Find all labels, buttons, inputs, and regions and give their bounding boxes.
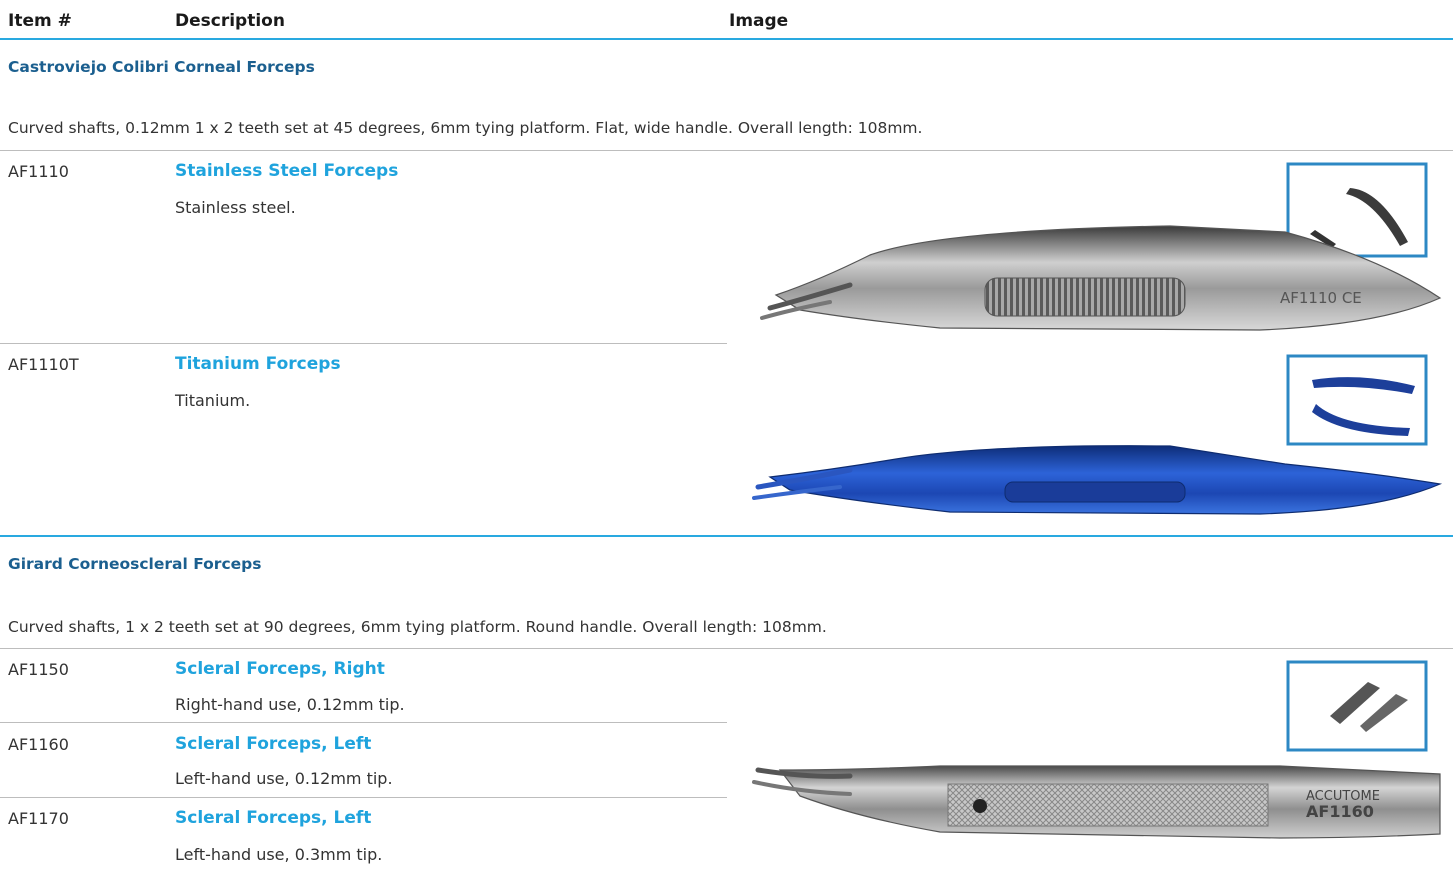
- section-divider: [0, 535, 1453, 537]
- item-number: AF1110T: [8, 355, 79, 374]
- section-description: Curved shafts, 0.12mm 1 x 2 teeth set at…: [8, 119, 923, 137]
- item-number: AF1150: [8, 660, 69, 679]
- item-name-link[interactable]: Scleral Forceps, Right: [175, 659, 385, 679]
- row-divider: [0, 797, 727, 798]
- item-detail: Left-hand use, 0.12mm tip.: [175, 769, 393, 788]
- scleral-forceps-image: ACCUTOME AF1160: [752, 660, 1441, 839]
- item-number: AF1170: [8, 809, 69, 828]
- stainless-steel-forceps-image: AF1110 CE: [760, 162, 1442, 331]
- engraving-code: AF1160: [1306, 802, 1374, 821]
- header-divider: [0, 38, 1453, 40]
- item-number: AF1110: [8, 162, 69, 181]
- row-divider: [0, 150, 1453, 151]
- section-title: Girard Corneoscleral Forceps: [8, 555, 262, 573]
- row-divider: [0, 343, 727, 344]
- item-name-link[interactable]: Stainless Steel Forceps: [175, 161, 398, 181]
- item-detail: Left-hand use, 0.3mm tip.: [175, 845, 383, 864]
- section-title: Castroviejo Colibri Corneal Forceps: [8, 58, 315, 76]
- titanium-forceps-image: [752, 354, 1443, 515]
- item-number: AF1160: [8, 735, 69, 754]
- item-name-link[interactable]: Scleral Forceps, Left: [175, 808, 371, 828]
- column-header-item: Item #: [8, 11, 72, 31]
- engraving-text: AF1110 CE: [1280, 289, 1362, 307]
- section-description: Curved shafts, 1 x 2 teeth set at 90 deg…: [8, 618, 827, 636]
- row-divider: [0, 648, 1453, 649]
- item-detail: Right-hand use, 0.12mm tip.: [175, 695, 405, 714]
- column-header-image: Image: [729, 11, 789, 31]
- row-divider: [0, 722, 727, 723]
- column-header-description: Description: [175, 11, 285, 31]
- item-detail: Titanium.: [175, 391, 251, 410]
- item-name-link[interactable]: Titanium Forceps: [175, 354, 341, 374]
- item-name-link[interactable]: Scleral Forceps, Left: [175, 734, 371, 754]
- item-detail: Stainless steel.: [175, 198, 296, 217]
